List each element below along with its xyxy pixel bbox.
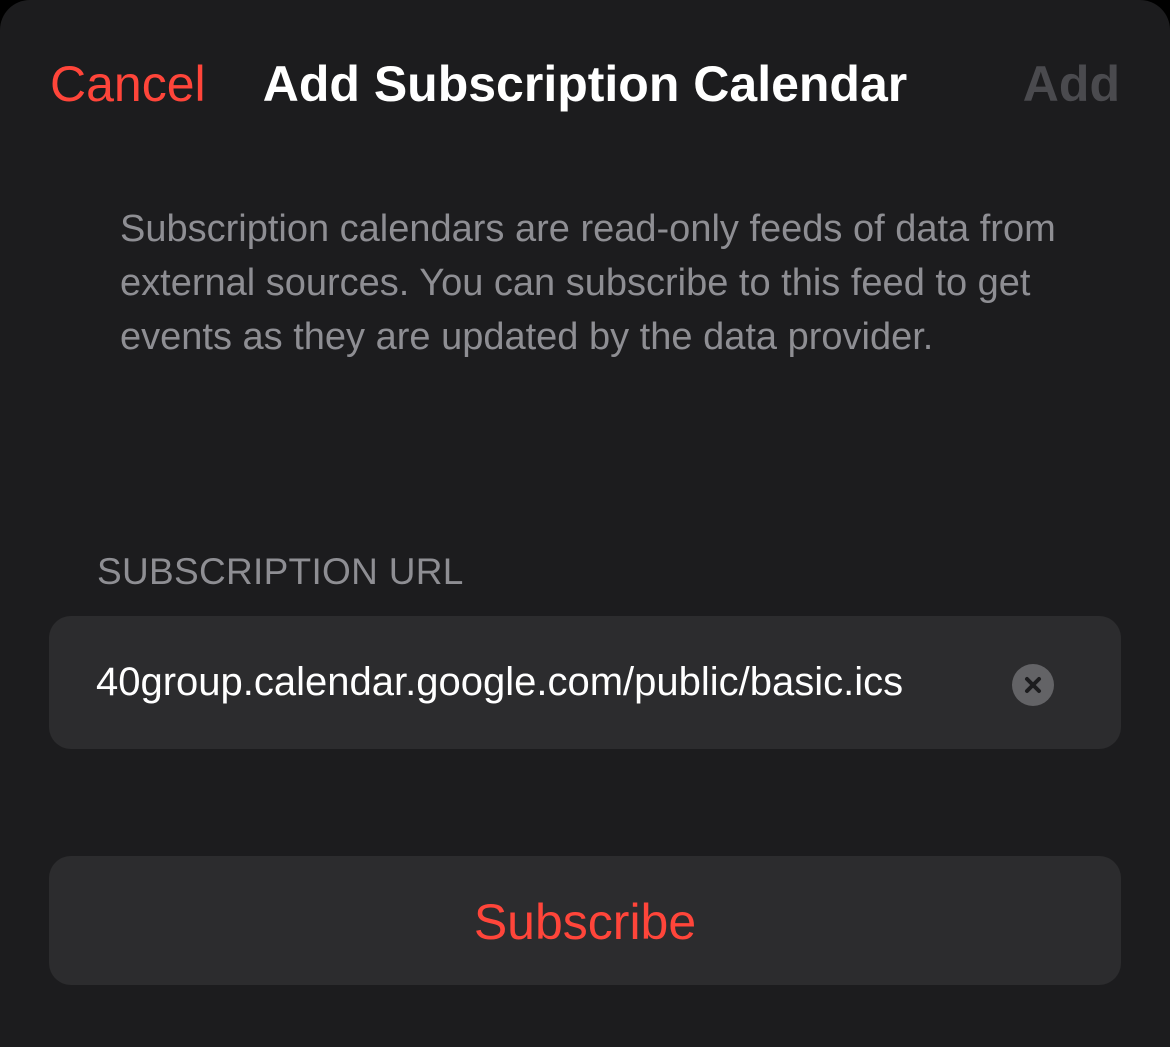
add-subscription-sheet: Cancel Add Subscription Calendar Add Sub… [0,0,1170,1047]
page-title-text: Add Subscription Calendar [262,56,908,112]
page-title: Add Subscription Calendar [0,52,1170,116]
add-button[interactable]: Add [1023,52,1120,116]
subscribe-button[interactable]: Subscribe [49,856,1121,985]
description-text: Subscription calendars are read-only fee… [120,208,1056,358]
subscribe-button-label: Subscribe [473,894,697,950]
navigation-bar: Cancel Add Subscription Calendar Add [0,0,1170,170]
subscription-url-field[interactable]: 40group.calendar.google.com/public/basic… [49,616,1121,749]
subscription-url-input[interactable]: 40group.calendar.google.com/public/basic… [96,656,903,708]
clear-icon[interactable] [1012,664,1054,706]
subscription-url-header: SUBSCRIPTION URL [97,551,464,592]
